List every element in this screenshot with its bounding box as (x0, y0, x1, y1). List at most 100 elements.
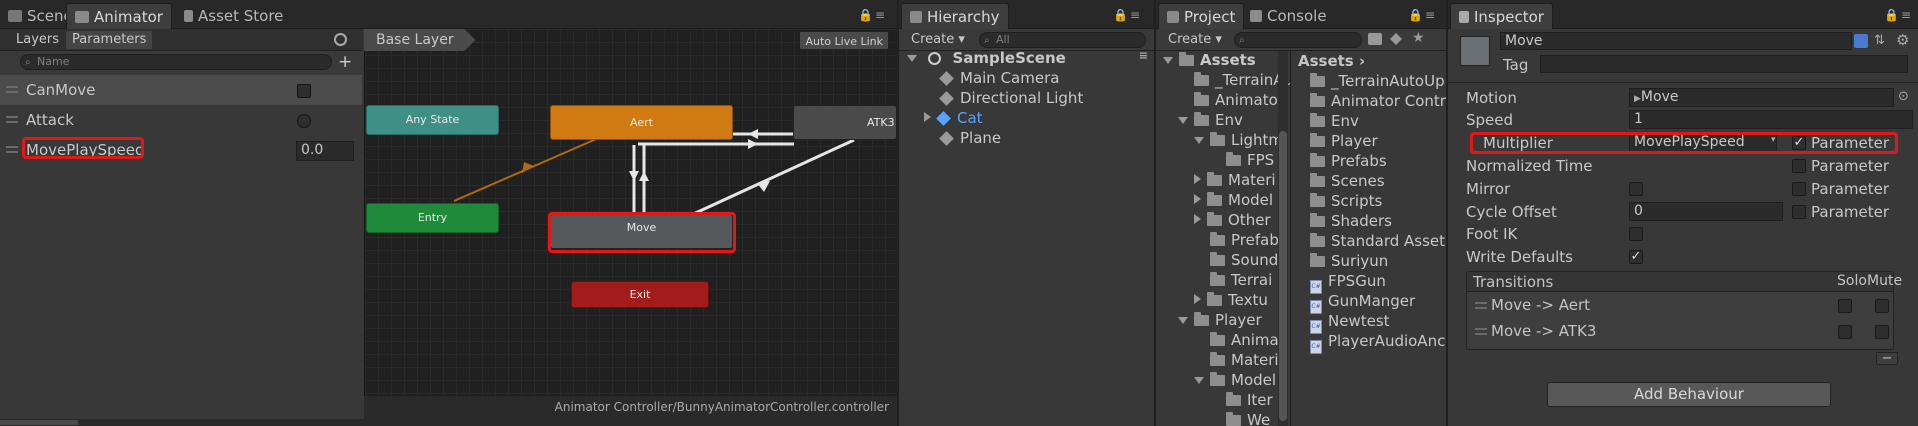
motion-field[interactable]: ▶Move (1629, 88, 1894, 107)
asset-item[interactable]: Env (1310, 112, 1359, 130)
tree-folder[interactable]: Player (1178, 311, 1262, 329)
state-entry[interactable]: Entry (366, 203, 499, 233)
scene-root[interactable]: SampleScene ≡ (907, 49, 1152, 67)
create-dropdown[interactable]: Create ▾ (1162, 31, 1228, 49)
tag-field[interactable] (1540, 55, 1908, 73)
split-divider[interactable] (1290, 51, 1291, 426)
state-atk3[interactable]: ATK3 (793, 105, 897, 140)
trigger-radio[interactable] (297, 114, 311, 128)
tree-folder[interactable]: Terrai (1210, 271, 1272, 289)
tree-folder[interactable]: Model (1194, 371, 1276, 389)
window-menu-icon[interactable]: 🔒≡ (858, 8, 887, 22)
state-exit[interactable]: Exit (571, 281, 709, 308)
tree-folder[interactable]: Prefab (1210, 231, 1279, 249)
bottom-scrollbar[interactable] (0, 419, 897, 426)
asset-item[interactable]: _TerrainAutoUp (1310, 72, 1445, 90)
tree-scrollbar[interactable] (1278, 51, 1288, 426)
remove-transition-button[interactable]: − (1876, 352, 1898, 365)
asset-item[interactable]: Suriyun (1310, 252, 1388, 270)
tree-folder[interactable]: _TerrainAuto (1194, 71, 1290, 89)
tree-folder[interactable]: Assets (1163, 51, 1256, 69)
drag-handle-icon[interactable] (1475, 302, 1487, 309)
tree-folder[interactable]: Materi (1210, 351, 1279, 369)
add-behaviour-button[interactable]: Add Behaviour (1547, 382, 1831, 407)
asset-item[interactable]: C# FPSGun (1310, 272, 1386, 294)
hierarchy-item[interactable]: Main Camera (939, 69, 1059, 87)
param-row[interactable]: CanMove (0, 75, 362, 105)
filter-label-icon[interactable] (1390, 33, 1402, 45)
auto-live-link-button[interactable]: Auto Live Link (799, 31, 889, 50)
write-defaults-checkbox[interactable]: ✓ (1629, 250, 1643, 264)
asset-item[interactable]: Standard Asset (1310, 232, 1445, 250)
asset-item[interactable]: Prefabs (1310, 152, 1387, 170)
cycle-offset-field[interactable]: 0 (1629, 202, 1783, 221)
solo-checkbox[interactable] (1838, 299, 1852, 313)
bool-checkbox[interactable] (297, 84, 311, 98)
tree-folder[interactable]: Textu (1194, 291, 1268, 309)
gear-icon[interactable]: ⚙ (1896, 31, 1909, 49)
tab-hierarchy[interactable]: Hierarchy (901, 3, 1009, 29)
layer-breadcrumb[interactable]: Base Layer (364, 29, 476, 51)
state-any-state[interactable]: Any State (366, 105, 499, 135)
preset-icon[interactable]: ⇅ (1874, 33, 1885, 48)
asset-item[interactable]: Scenes (1310, 172, 1385, 190)
help-icon[interactable] (1854, 34, 1868, 48)
asset-item[interactable]: C# Newtest (1310, 312, 1390, 334)
tree-folder[interactable]: Lightm (1194, 131, 1283, 149)
expand-arrow-icon[interactable] (1194, 194, 1201, 204)
object-picker-icon[interactable]: ⊙ (1898, 89, 1909, 104)
favorite-star-icon[interactable]: ★ (1412, 30, 1425, 46)
expand-arrow-icon[interactable] (1194, 294, 1201, 304)
mute-checkbox[interactable] (1875, 299, 1889, 313)
asset-item[interactable]: Animator Contr (1310, 92, 1446, 110)
asset-item[interactable]: C# GunManger (1310, 292, 1415, 314)
drag-handle-icon[interactable] (1475, 328, 1487, 335)
tab-parameters[interactable]: Parameters (66, 31, 153, 49)
foot-ik-checkbox[interactable] (1629, 227, 1643, 241)
hierarchy-search-input[interactable]: ⌕ All (979, 32, 1146, 48)
asset-item[interactable]: Shaders (1310, 212, 1392, 230)
tree-folder[interactable]: Other (1194, 211, 1271, 229)
create-dropdown[interactable]: Create ▾ (905, 31, 971, 49)
drag-handle-icon[interactable] (6, 86, 18, 93)
filter-type-icon[interactable] (1368, 33, 1382, 45)
tab-console[interactable]: Console (1242, 3, 1335, 29)
window-menu-icon[interactable]: 🔒≡ (1884, 8, 1913, 22)
expand-arrow-icon[interactable] (1178, 117, 1188, 124)
cycle-offset-parameter-checkbox[interactable] (1792, 205, 1806, 219)
tree-folder[interactable]: Iter (1226, 391, 1273, 409)
hierarchy-item[interactable]: Plane (939, 129, 1001, 147)
asset-breadcrumb[interactable]: Assets › (1298, 51, 1365, 71)
tree-folder[interactable]: Animator (1194, 91, 1284, 109)
window-menu-icon[interactable]: 🔒≡ (1408, 8, 1437, 22)
tree-folder[interactable]: Materi (1194, 171, 1276, 189)
state-name-field[interactable]: Move (1500, 32, 1852, 50)
add-parameter-button[interactable]: + (338, 52, 352, 72)
speed-field[interactable]: 1 (1629, 110, 1913, 129)
expand-arrow-icon[interactable] (924, 112, 931, 122)
float-value-field[interactable]: 0.0 (296, 141, 354, 161)
tree-folder[interactable]: We (1226, 411, 1270, 426)
tree-folder[interactable]: Anima (1210, 331, 1279, 349)
expand-arrow-icon[interactable] (1194, 214, 1201, 224)
hierarchy-item[interactable]: Directional Light (939, 89, 1083, 107)
tab-inspector[interactable]: Inspector (1450, 3, 1553, 29)
drag-handle-icon[interactable] (6, 116, 18, 123)
scene-menu-icon[interactable]: ≡ (1139, 49, 1148, 62)
drag-handle-icon[interactable] (6, 146, 18, 153)
window-menu-icon[interactable]: 🔒≡ (1113, 8, 1142, 22)
tab-project[interactable]: Project (1158, 3, 1245, 29)
tab-animator[interactable]: Animator (66, 3, 172, 29)
transition-row[interactable]: Move -> ATK3 (1467, 320, 1893, 344)
solo-checkbox[interactable] (1838, 325, 1852, 339)
mute-checkbox[interactable] (1875, 325, 1889, 339)
expand-arrow-icon[interactable] (1194, 174, 1201, 184)
mirror-checkbox[interactable] (1629, 182, 1643, 196)
hierarchy-item[interactable]: Cat (924, 109, 983, 127)
tree-folder[interactable]: Env (1178, 111, 1243, 129)
expand-arrow-icon[interactable] (1163, 57, 1173, 64)
mirror-parameter-checkbox[interactable] (1792, 182, 1806, 196)
normalized-time-parameter-checkbox[interactable] (1792, 159, 1806, 173)
expand-arrow-icon[interactable] (1194, 137, 1204, 144)
expand-arrow-icon[interactable] (1178, 317, 1188, 324)
